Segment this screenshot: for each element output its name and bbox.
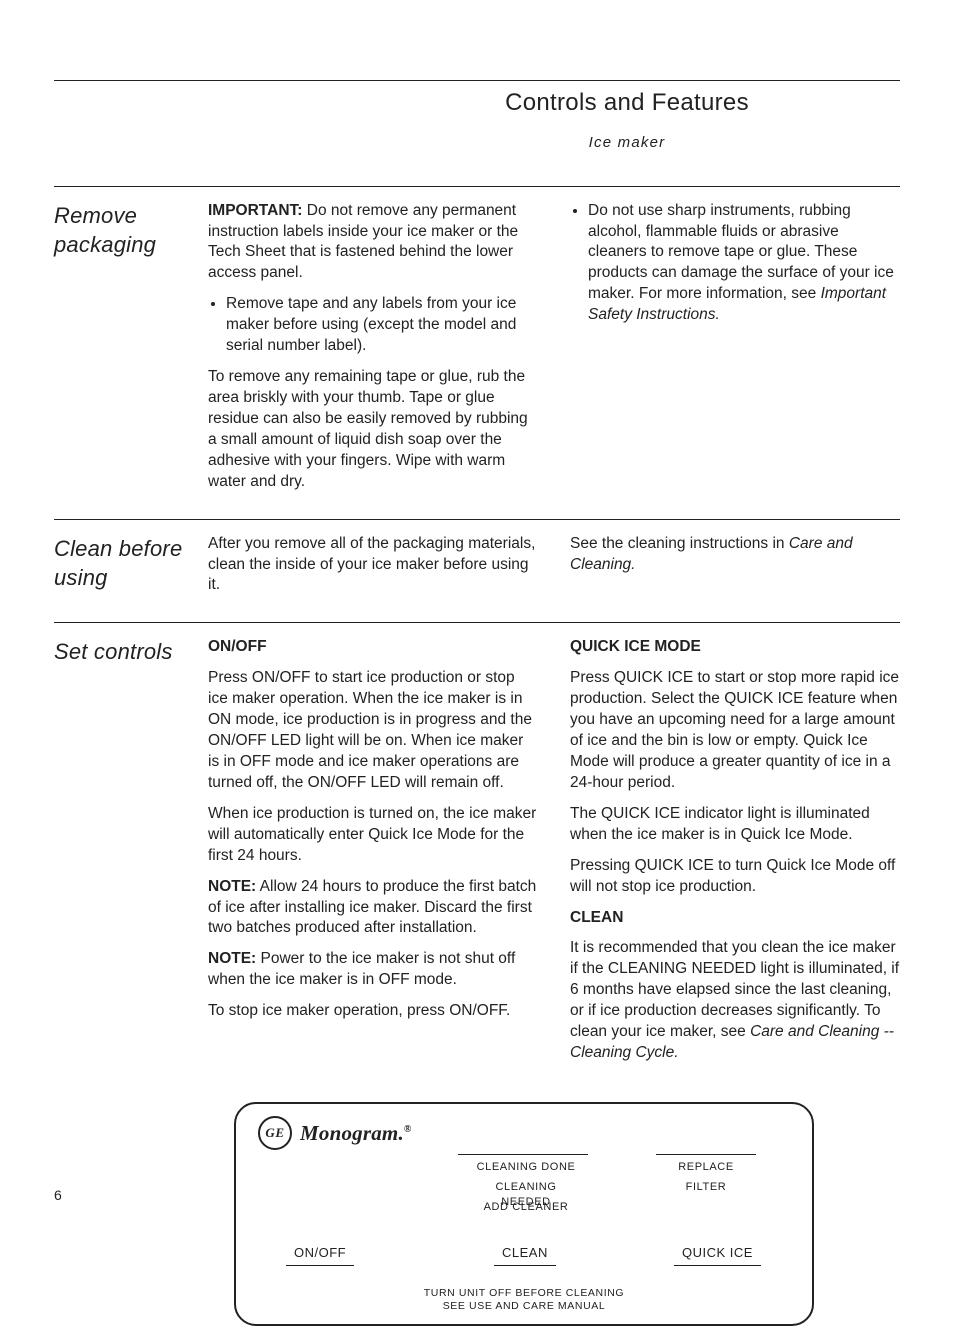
footnote-line2: SEE USE AND CARE MANUAL	[236, 1300, 812, 1314]
section-heading: Set controls	[54, 637, 208, 667]
paragraph: NOTE: Power to the ice maker is not shut…	[208, 949, 538, 991]
paragraph: See the cleaning instructions in Care an…	[570, 534, 900, 576]
paragraph: After you remove all of the packaging ma…	[208, 534, 538, 597]
subheading-quickice: QUICK ICE MODE	[570, 637, 900, 658]
panel-rule	[656, 1154, 756, 1155]
label-filter: FILTER	[676, 1180, 736, 1195]
paragraph: It is recommended that you clean the ice…	[570, 938, 900, 1064]
paragraph: The QUICK ICE indicator light is illumin…	[570, 804, 900, 846]
brand-text: Monogram.®	[300, 1119, 412, 1147]
page-subtitle: Ice maker	[354, 133, 900, 153]
footnote-line1: TURN UNIT OFF BEFORE CLEANING	[236, 1287, 812, 1301]
brand-name: Monogram.	[300, 1121, 404, 1145]
list-item: Remove tape and any labels from your ice…	[226, 294, 538, 357]
note-label: NOTE:	[208, 878, 256, 895]
panel-rule	[458, 1154, 588, 1155]
control-panel: GE Monogram.® CLEANING DONE CLEANING NEE…	[234, 1102, 814, 1326]
control-panel-figure: GE Monogram.® CLEANING DONE CLEANING NEE…	[234, 1102, 900, 1326]
paragraph: To remove any remaining tape or glue, ru…	[208, 367, 538, 493]
section-set-controls: Set controls ON/OFF Press ON/OFF to star…	[54, 623, 900, 1090]
paragraph: NOTE: Allow 24 hours to produce the firs…	[208, 877, 538, 940]
section-remove-packaging: Remove packaging IMPORTANT: Do not remov…	[54, 187, 900, 520]
paragraph: To stop ice maker operation, press ON/OF…	[208, 1001, 538, 1022]
label-cleaning-done: CLEANING DONE	[471, 1160, 581, 1175]
important-label: IMPORTANT:	[208, 202, 302, 219]
note-label: NOTE:	[208, 950, 256, 967]
panel-button-quickice: QUICK ICE	[674, 1244, 761, 1266]
panel-button-onoff: ON/OFF	[286, 1244, 354, 1266]
list-item: Do not use sharp instruments, rubbing al…	[588, 201, 900, 327]
subheading-onoff: ON/OFF	[208, 637, 538, 658]
page-number: 6	[54, 1186, 62, 1205]
section-heading: Clean before using	[54, 534, 208, 593]
paragraph: IMPORTANT: Do not remove any permanent i…	[208, 201, 538, 285]
panel-button-clean: CLEAN	[494, 1244, 556, 1266]
label-replace: REPLACE	[676, 1160, 736, 1175]
subheading-clean: CLEAN	[570, 908, 900, 929]
registered-mark: ®	[404, 1124, 412, 1135]
label-add-cleaner: ADD CLEANER	[471, 1200, 581, 1215]
section-heading: Remove packaging	[54, 201, 208, 260]
ge-logo-icon: GE	[258, 1116, 292, 1150]
panel-footnote: TURN UNIT OFF BEFORE CLEANING SEE USE AN…	[236, 1287, 812, 1314]
text: See the cleaning instructions in	[570, 535, 789, 552]
paragraph: Press ON/OFF to start ice production or …	[208, 668, 538, 794]
brand-logo: GE Monogram.®	[258, 1116, 412, 1150]
paragraph: When ice production is turned on, the ic…	[208, 804, 538, 867]
section-clean-before-using: Clean before using After you remove all …	[54, 520, 900, 624]
paragraph: Pressing QUICK ICE to turn Quick Ice Mod…	[570, 856, 900, 898]
header-rule-top	[54, 56, 900, 81]
text: Allow 24 hours to produce the first batc…	[208, 878, 536, 937]
page-title: Controls and Features	[354, 87, 900, 119]
bullet-list: Remove tape and any labels from your ice…	[208, 294, 538, 357]
paragraph: Press QUICK ICE to start or stop more ra…	[570, 668, 900, 794]
bullet-list: Do not use sharp instruments, rubbing al…	[570, 201, 900, 327]
